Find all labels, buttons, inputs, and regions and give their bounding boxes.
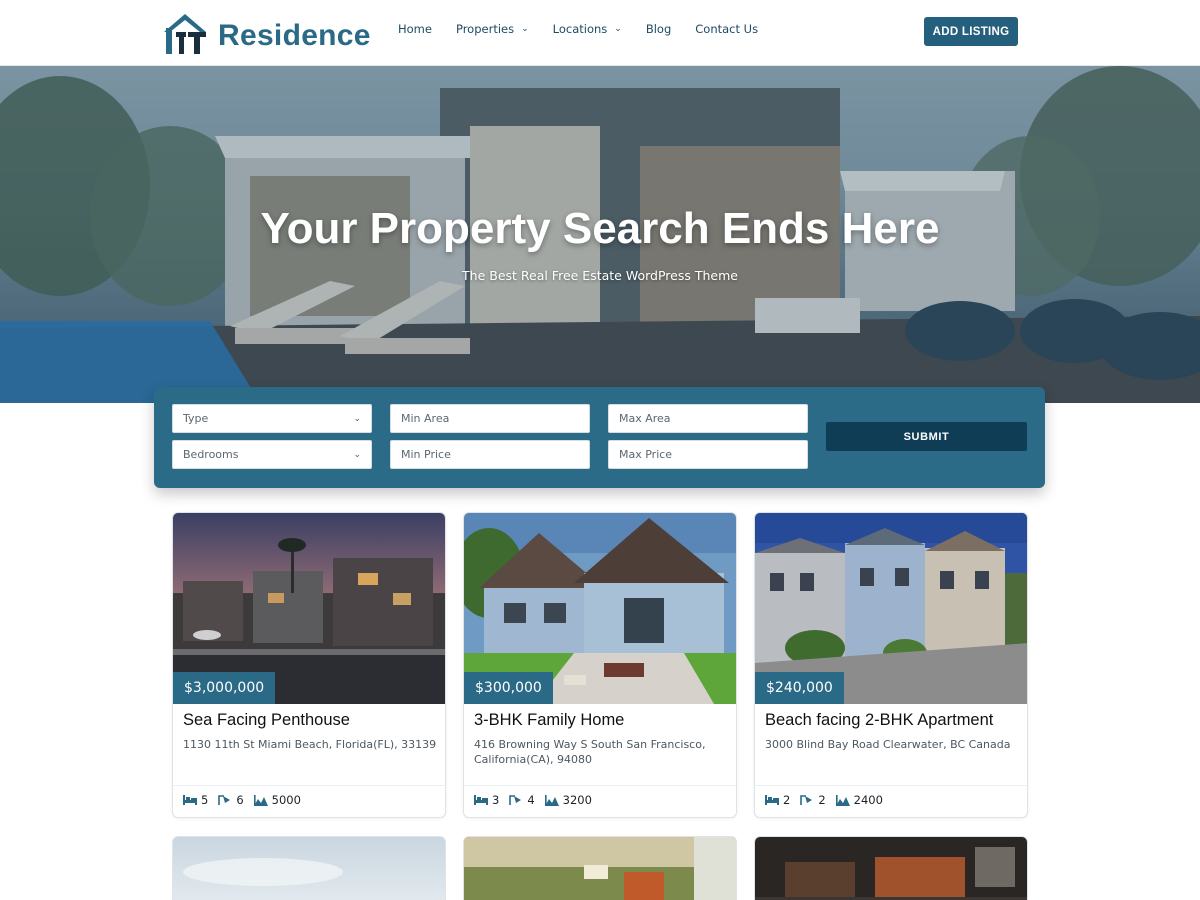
listing-title[interactable]: 3-BHK Family Home xyxy=(474,711,624,730)
bedrooms-feature: 5 xyxy=(183,793,208,807)
nav-item-label: Locations xyxy=(552,22,608,36)
bed-icon xyxy=(765,795,779,805)
house-logo-icon xyxy=(164,14,206,54)
shower-icon xyxy=(509,795,522,805)
hero-subtitle: The Best Real Free Estate WordPress Them… xyxy=(462,268,738,283)
shower-icon xyxy=(218,795,231,805)
listing-address: 3000 Blind Bay Road Clearwater, BC Canad… xyxy=(765,738,1011,751)
bedrooms-select-value: Bedrooms xyxy=(183,448,239,461)
area-value: 2400 xyxy=(853,793,883,807)
main-nav: Home Properties ⌄ Locations ⌄ Blog Conta… xyxy=(398,22,782,36)
max-area-placeholder: Max Area xyxy=(619,412,671,425)
bathrooms-count: 4 xyxy=(527,793,535,807)
listing-card[interactable] xyxy=(754,836,1028,900)
nav-item-properties[interactable]: Properties ⌄ xyxy=(456,22,529,36)
bed-icon xyxy=(183,795,197,805)
nav-item-blog[interactable]: Blog xyxy=(646,22,671,36)
min-price-input[interactable]: Min Price xyxy=(390,440,590,469)
card-divider xyxy=(755,785,1027,786)
chevron-down-icon: ⌄ xyxy=(353,449,361,460)
listing-card[interactable]: $300,000 3-BHK Family Home 416 Browning … xyxy=(463,512,737,818)
bathrooms-feature: 2 xyxy=(800,793,826,807)
area-icon xyxy=(544,794,559,806)
type-select-value: Type xyxy=(183,412,209,425)
chevron-down-icon: ⌄ xyxy=(521,24,529,34)
listing-card[interactable] xyxy=(172,836,446,900)
listing-card[interactable] xyxy=(463,836,737,900)
max-price-input[interactable]: Max Price xyxy=(608,440,808,469)
brand-name: Residence xyxy=(218,19,371,52)
site-logo[interactable]: Residence xyxy=(162,6,372,56)
price-tag: $240,000 xyxy=(755,672,844,704)
listing-title[interactable]: Beach facing 2-BHK Apartment xyxy=(765,711,993,730)
nav-item-label: Home xyxy=(398,22,432,36)
area-icon xyxy=(835,794,850,806)
min-area-placeholder: Min Area xyxy=(401,412,450,425)
listing-address: 1130 11th St Miami Beach, Florida(FL), 3… xyxy=(183,738,437,751)
area-icon xyxy=(253,794,268,806)
property-image xyxy=(464,837,736,900)
max-area-input[interactable]: Max Area xyxy=(608,404,808,433)
nav-item-label: Properties xyxy=(455,22,515,36)
min-price-placeholder: Min Price xyxy=(401,448,451,461)
nav-item-label: Contact Us xyxy=(695,22,759,36)
bathrooms-count: 6 xyxy=(236,793,244,807)
area-feature: 3200 xyxy=(544,793,592,807)
area-feature: 5000 xyxy=(253,793,301,807)
listing-title[interactable]: Sea Facing Penthouse xyxy=(183,711,350,730)
property-image xyxy=(173,837,445,900)
area-value: 3200 xyxy=(562,793,592,807)
chevron-down-icon: ⌄ xyxy=(353,413,361,424)
listing-card[interactable]: $240,000 Beach facing 2-BHK Apartment 30… xyxy=(754,512,1028,818)
nav-item-label: Blog xyxy=(645,22,672,36)
bedrooms-count: 5 xyxy=(201,793,209,807)
bedrooms-feature: 2 xyxy=(765,793,790,807)
price-tag: $300,000 xyxy=(464,672,553,704)
type-select[interactable]: Type ⌄ xyxy=(172,404,372,433)
listing-features: 5 6 5000 xyxy=(183,793,311,807)
max-price-placeholder: Max Price xyxy=(619,448,673,461)
nav-item-contact[interactable]: Contact Us xyxy=(695,22,758,36)
site-header: Residence Home Properties ⌄ Locations ⌄ … xyxy=(0,0,1200,66)
shower-icon xyxy=(800,795,813,805)
listing-features: 3 4 3200 xyxy=(474,793,602,807)
hero-title: Your Property Search Ends Here xyxy=(260,204,940,253)
hero-banner: Your Property Search Ends Here The Best … xyxy=(0,66,1200,403)
chevron-down-icon: ⌄ xyxy=(614,24,622,34)
min-area-input[interactable]: Min Area xyxy=(390,404,590,433)
bedrooms-count: 3 xyxy=(492,793,500,807)
area-value: 5000 xyxy=(271,793,301,807)
nav-item-home[interactable]: Home xyxy=(398,22,432,36)
bathrooms-feature: 6 xyxy=(218,793,244,807)
listing-address: 416 Browning Way S South San Francisco, … xyxy=(474,738,706,766)
property-search-form: Type ⌄ Min Area Max Area Bedrooms ⌄ Min … xyxy=(154,387,1045,488)
listing-card[interactable]: $3,000,000 Sea Facing Penthouse 1130 11t… xyxy=(172,512,446,818)
bedrooms-count: 2 xyxy=(783,793,791,807)
area-feature: 2400 xyxy=(835,793,883,807)
bedrooms-feature: 3 xyxy=(474,793,499,807)
nav-item-locations[interactable]: Locations ⌄ xyxy=(553,22,622,36)
price-tag: $3,000,000 xyxy=(173,672,276,704)
bedrooms-select[interactable]: Bedrooms ⌄ xyxy=(172,440,372,469)
card-divider xyxy=(173,785,445,786)
bathrooms-feature: 4 xyxy=(509,793,535,807)
submit-button[interactable]: SUBMIT xyxy=(826,422,1027,451)
card-divider xyxy=(464,785,736,786)
listing-features: 2 2 2400 xyxy=(765,793,893,807)
property-image xyxy=(755,837,1027,900)
add-listing-button[interactable]: ADD LISTING xyxy=(924,17,1018,46)
bathrooms-count: 2 xyxy=(818,793,826,807)
bed-icon xyxy=(474,795,488,805)
